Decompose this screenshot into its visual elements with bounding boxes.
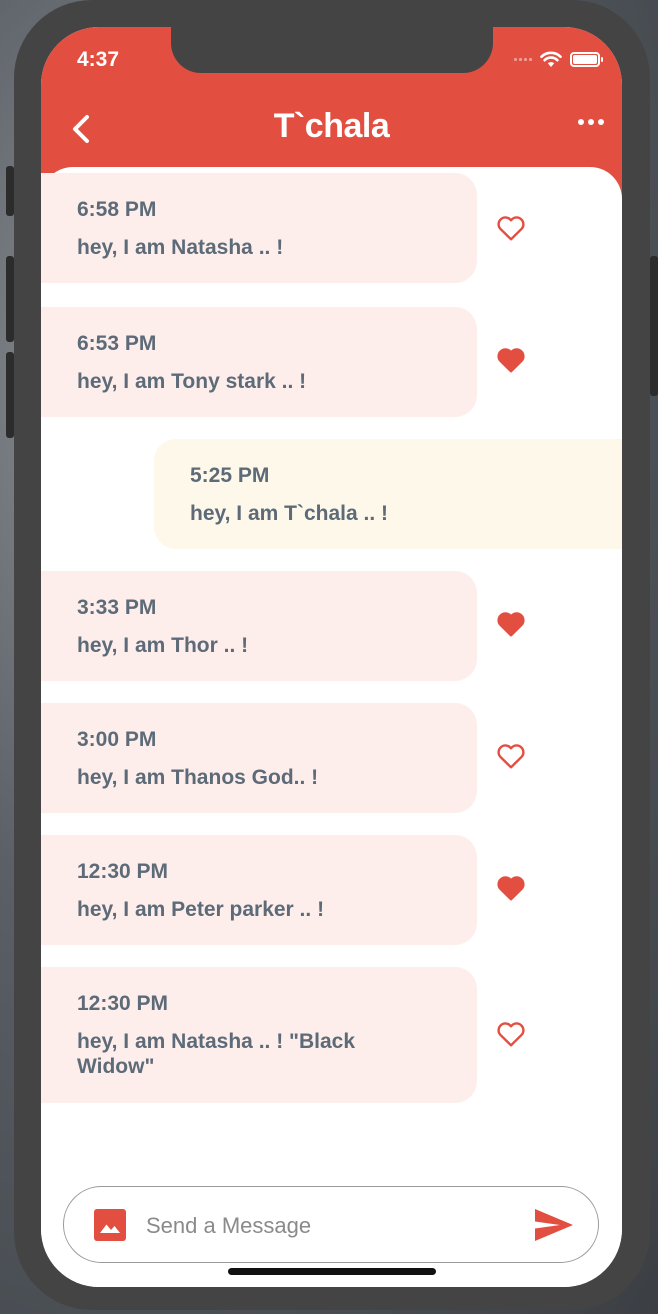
wifi-icon [540,51,562,67]
volume-up-button [6,256,14,342]
message-bubble[interactable]: 3:00 PM hey, I am Thanos God.. ! [41,703,477,813]
message-bubble[interactable]: 6:58 PM hey, I am Natasha .. ! [41,173,477,283]
notch [171,27,493,73]
heart-icon[interactable] [495,740,527,772]
message-composer [63,1186,599,1263]
message-input[interactable] [144,1205,518,1247]
message-time: 12:30 PM [77,992,169,1015]
message-bubble[interactable]: 12:30 PM hey, I am Natasha .. ! "Black W… [41,967,477,1103]
message-time: 3:00 PM [77,728,157,751]
message-time: 5:25 PM [190,464,270,487]
more-options-button[interactable] [578,119,604,125]
send-icon[interactable] [534,1207,574,1243]
message-time: 6:53 PM [77,332,157,355]
battery-icon [570,52,603,67]
volume-down-button [6,352,14,438]
message-bubble[interactable]: 3:33 PM hey, I am Thor .. ! [41,571,477,681]
message-time: 6:58 PM [77,198,157,221]
message-text: hey, I am Natasha .. ! "Black Widow" [77,1030,356,1078]
mute-switch [6,166,14,216]
more-horizontal-icon [578,119,584,125]
status-icons [514,51,603,68]
chat-title: T`chala [273,107,390,145]
message-text: hey, I am Thor .. ! [77,634,249,657]
heart-icon[interactable] [495,872,527,904]
status-time: 4:37 [77,48,120,71]
cellular-signal-icon [514,58,532,61]
home-indicator [228,1268,436,1275]
heart-icon[interactable] [495,608,527,640]
app-screen: 4:37 T`chala 6:58 PM hey, I am Natasha .… [41,27,622,1287]
heart-icon[interactable] [495,1018,527,1050]
message-text: hey, I am T`chala .. ! [190,502,389,525]
message-bubble[interactable]: 5:25 PM hey, I am T`chala .. ! [154,439,622,549]
power-button [650,256,658,396]
image-icon[interactable] [94,1209,126,1241]
message-text: hey, I am Natasha .. ! [77,236,284,259]
message-bubble[interactable]: 12:30 PM hey, I am Peter parker .. ! [41,835,477,945]
heart-icon[interactable] [495,344,527,376]
message-time: 12:30 PM [77,860,169,883]
message-time: 3:33 PM [77,596,157,619]
message-text: hey, I am Tony stark .. ! [77,370,307,393]
message-bubble[interactable]: 6:53 PM hey, I am Tony stark .. ! [41,307,477,417]
message-text: hey, I am Peter parker .. ! [77,898,325,921]
heart-icon[interactable] [495,212,527,244]
message-text: hey, I am Thanos God.. ! [77,766,319,789]
